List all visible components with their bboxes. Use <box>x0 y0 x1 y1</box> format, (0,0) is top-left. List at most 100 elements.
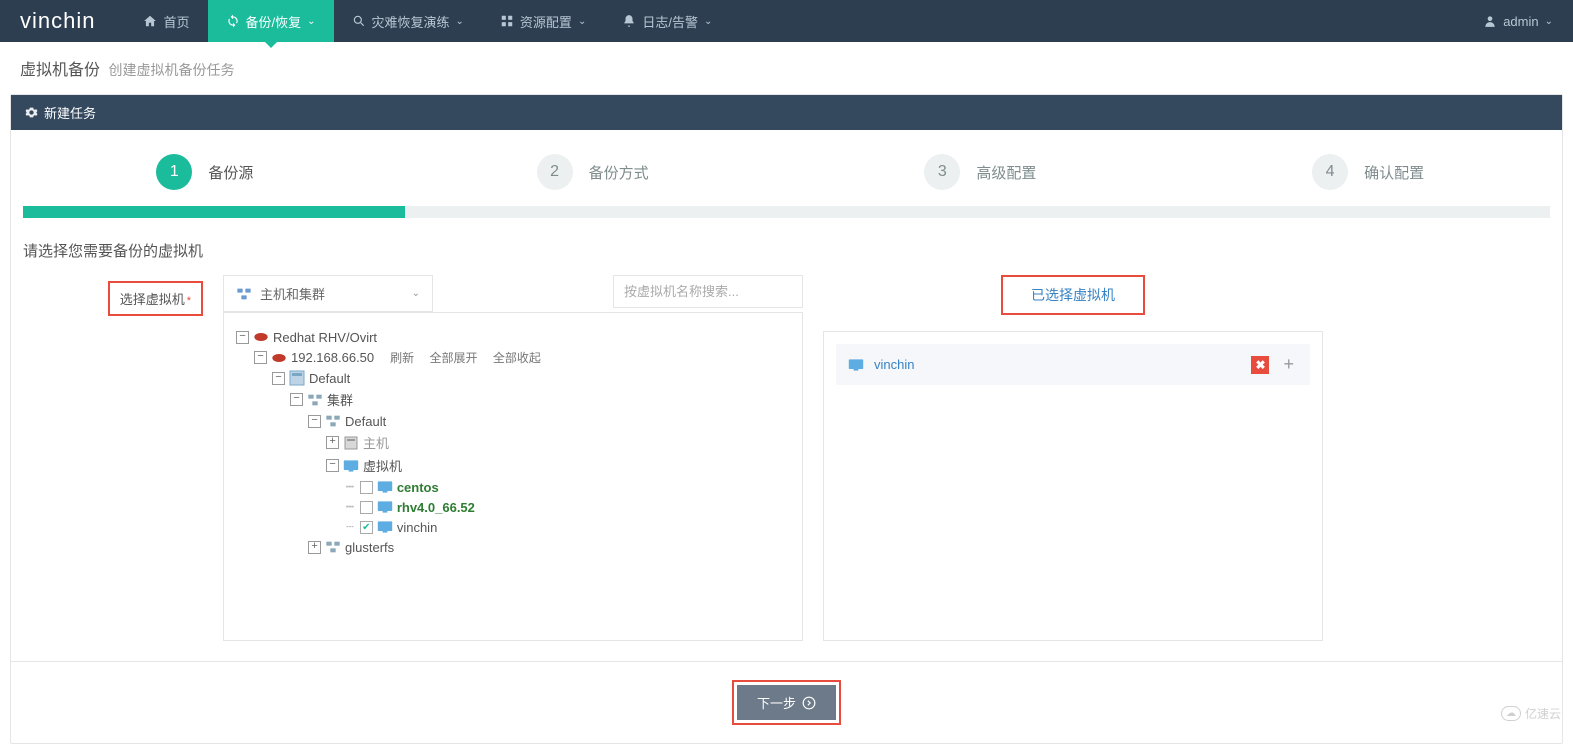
tree-datacenter[interactable]: − Default <box>236 368 790 388</box>
checkbox[interactable] <box>360 501 373 514</box>
vm-icon <box>377 519 393 535</box>
chevron-down-icon: ⌄ <box>704 16 712 27</box>
dropdown-label: 主机和集群 <box>260 284 325 303</box>
collapse-icon[interactable]: − <box>236 331 249 344</box>
cluster-icon <box>325 413 341 429</box>
watermark: ☁ 亿速云 <box>1501 705 1561 722</box>
vm-icon <box>848 357 864 373</box>
nav-resource[interactable]: 资源配置 ⌄ <box>482 0 604 42</box>
select-vm-label: 选择虚拟机* <box>108 281 203 316</box>
add-button[interactable]: + <box>1279 354 1298 375</box>
search-input[interactable] <box>613 275 803 308</box>
section-title: 请选择您需要备份的虚拟机 <box>11 218 1562 275</box>
nav-log-label: 日志/告警 <box>642 12 698 31</box>
nav-backup[interactable]: 备份/恢复 ⌄ <box>208 0 334 42</box>
breadcrumb: 虚拟机备份 创建虚拟机备份任务 <box>0 42 1573 94</box>
selected-item-name: vinchin <box>874 357 1241 372</box>
cluster-icon <box>236 287 252 301</box>
vm-tree: − Redhat RHV/Ovirt − 192.168.66.50 刷新 全部… <box>224 313 802 593</box>
tree-vm-vinchin[interactable]: ┄ ✔ vinchin <box>236 517 790 537</box>
expand-icon[interactable]: + <box>308 541 321 554</box>
chevron-down-icon: ⌄ <box>578 16 586 27</box>
selected-list: vinchin ✖ + <box>823 331 1323 641</box>
collapse-icon[interactable]: − <box>272 372 285 385</box>
cluster-icon <box>307 392 323 408</box>
vm-icon <box>343 458 359 474</box>
refresh-icon <box>226 14 240 28</box>
arrow-right-icon <box>802 696 816 710</box>
main-panel: 新建任务 1 备份源 2 备份方式 3 高级配置 4 确认配置 <box>10 94 1563 744</box>
collapse-icon[interactable]: − <box>290 393 303 406</box>
step-2[interactable]: 2 备份方式 <box>399 154 787 190</box>
expand-icon[interactable]: + <box>326 436 339 449</box>
tree-collapse-all[interactable]: 全部收起 <box>493 351 541 365</box>
vm-icon <box>377 479 393 495</box>
tree-refresh[interactable]: 刷新 <box>390 351 414 365</box>
tree-expand-all[interactable]: 全部展开 <box>430 351 478 365</box>
nav-disaster[interactable]: 灾难恢复演练 ⌄ <box>334 0 482 42</box>
tree-vms[interactable]: − 虚拟机 <box>236 454 790 477</box>
top-nav: vinchin 首页 备份/恢复 ⌄ 灾难恢复演练 ⌄ 资源配置 ⌄ 日志/告警… <box>0 0 1573 42</box>
cloud-icon: ☁ <box>1501 706 1521 721</box>
nav-resource-label: 资源配置 <box>520 12 572 31</box>
collapse-icon[interactable]: − <box>254 351 267 364</box>
user-name: admin <box>1503 14 1538 29</box>
gear-icon <box>25 106 38 119</box>
collapse-icon[interactable]: − <box>308 415 321 428</box>
step-1[interactable]: 1 备份源 <box>11 154 399 190</box>
nav-home-label: 首页 <box>163 12 189 31</box>
chevron-down-icon: ⌄ <box>307 16 315 27</box>
tree-host[interactable]: − 192.168.66.50 刷新 全部展开 全部收起 <box>236 347 790 368</box>
home-icon <box>143 14 157 28</box>
view-dropdown[interactable]: 主机和集群 ⌄ <box>224 276 432 312</box>
wizard-steps: 1 备份源 2 备份方式 3 高级配置 4 确认配置 <box>11 130 1562 200</box>
magnify-icon <box>352 14 366 28</box>
logo: vinchin <box>0 0 125 42</box>
panel-header: 新建任务 <box>11 95 1562 130</box>
tree-glusterfs[interactable]: + glusterfs <box>236 537 790 557</box>
step-4[interactable]: 4 确认配置 <box>1174 154 1562 190</box>
user-icon <box>1483 14 1497 28</box>
step-3-label: 高级配置 <box>976 162 1036 183</box>
step-4-num: 4 <box>1312 154 1348 190</box>
tree-cluster-default[interactable]: − Default <box>236 411 790 431</box>
datacenter-icon <box>289 370 305 386</box>
chevron-down-icon: ⌄ <box>412 288 420 299</box>
nav-backup-label: 备份/恢复 <box>246 12 302 31</box>
tree-vm-rhv[interactable]: ┄ rhv4.0_66.52 <box>236 497 790 517</box>
next-button-label: 下一步 <box>757 693 796 712</box>
grid-icon <box>500 14 514 28</box>
panel-title: 新建任务 <box>44 103 96 122</box>
redhat-icon <box>271 350 287 366</box>
user-menu[interactable]: admin ⌄ <box>1463 0 1573 42</box>
tree-cluster-group[interactable]: − 集群 <box>236 388 790 411</box>
nav-home[interactable]: 首页 <box>125 0 207 42</box>
nav-disaster-label: 灾难恢复演练 <box>372 12 450 31</box>
checkbox-checked[interactable]: ✔ <box>360 521 373 534</box>
redhat-icon <box>253 329 269 345</box>
step-3[interactable]: 3 高级配置 <box>787 154 1175 190</box>
selected-title: 已选择虚拟机 <box>1001 275 1145 315</box>
page-title: 虚拟机备份 <box>20 62 100 79</box>
step-1-label: 备份源 <box>208 162 253 183</box>
step-2-num: 2 <box>537 154 573 190</box>
chevron-down-icon: ⌄ <box>1545 16 1553 27</box>
vm-icon <box>377 499 393 515</box>
progress-bar <box>23 206 1550 218</box>
step-1-num: 1 <box>156 154 192 190</box>
step-2-label: 备份方式 <box>589 162 649 183</box>
tree-vm-centos[interactable]: ┄ centos <box>236 477 790 497</box>
step-3-num: 3 <box>924 154 960 190</box>
tree-root[interactable]: − Redhat RHV/Ovirt <box>236 327 790 347</box>
nav-log[interactable]: 日志/告警 ⌄ <box>604 0 730 42</box>
step-4-label: 确认配置 <box>1364 162 1424 183</box>
page-subtitle: 创建虚拟机备份任务 <box>108 62 234 78</box>
remove-button[interactable]: ✖ <box>1251 356 1269 374</box>
next-button[interactable]: 下一步 <box>737 685 836 720</box>
collapse-icon[interactable]: − <box>326 459 339 472</box>
host-icon <box>343 435 359 451</box>
bell-icon <box>622 14 636 28</box>
footer: 下一步 <box>11 661 1562 743</box>
tree-hosts[interactable]: + 主机 <box>236 431 790 454</box>
checkbox[interactable] <box>360 481 373 494</box>
